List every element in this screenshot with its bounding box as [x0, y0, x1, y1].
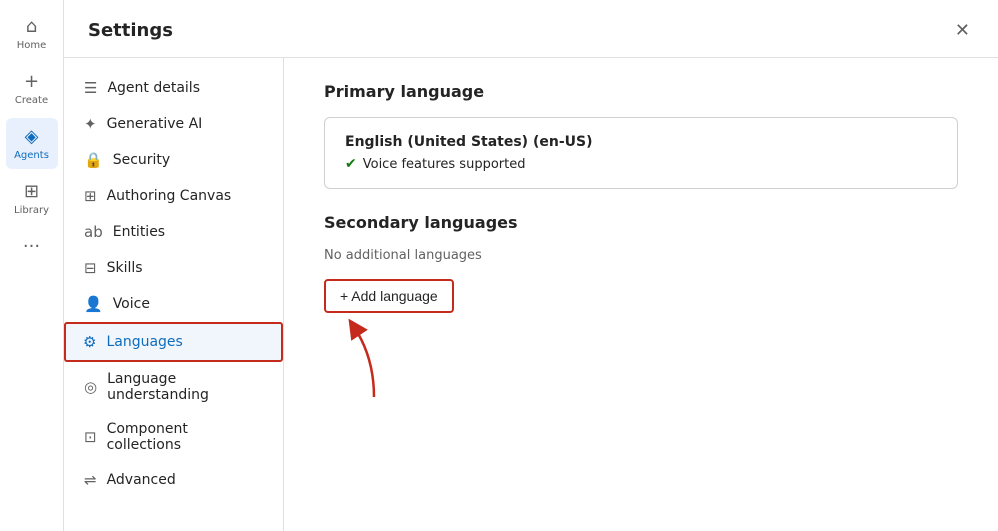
- security-icon: 🔒: [84, 151, 103, 169]
- entities-icon: ab: [84, 223, 103, 241]
- create-icon: +: [24, 71, 39, 92]
- language-understanding-label: Language understanding: [107, 371, 263, 403]
- settings-title: Settings: [88, 20, 173, 41]
- close-button[interactable]: ✕: [951, 16, 974, 45]
- security-label: Security: [113, 152, 171, 168]
- primary-language-card: English (United States) (en-US) ✔ Voice …: [324, 117, 958, 189]
- sidebar-item-agent-details[interactable]: ☰ Agent details: [64, 70, 283, 106]
- settings-container: ☰ Agent details ✦ Generative AI 🔒 Securi…: [64, 58, 998, 531]
- nav-item-library[interactable]: ⊞ Library: [6, 173, 58, 224]
- agents-icon: ◈: [25, 126, 39, 147]
- agent-details-label: Agent details: [107, 80, 200, 96]
- nav-item-agents[interactable]: ◈ Agents: [6, 118, 58, 169]
- agents-label: Agents: [14, 150, 49, 161]
- arrow-annotation: [344, 317, 404, 397]
- agent-details-icon: ☰: [84, 79, 97, 97]
- left-navigation: ⌂ Home + Create ◈ Agents ⊞ Library ···: [0, 0, 64, 531]
- component-collections-icon: ⊡: [84, 428, 97, 446]
- sidebar-item-component-collections[interactable]: ⊡ Component collections: [64, 412, 283, 462]
- home-icon: ⌂: [26, 16, 37, 37]
- library-icon: ⊞: [24, 181, 39, 202]
- advanced-icon: ⇌: [84, 471, 97, 489]
- secondary-languages-section: Secondary languages No additional langua…: [324, 213, 958, 313]
- authoring-canvas-label: Authoring Canvas: [107, 188, 232, 204]
- voice-support-row: ✔ Voice features supported: [345, 156, 937, 172]
- languages-label: Languages: [106, 334, 182, 350]
- settings-content: Primary language English (United States)…: [284, 58, 998, 531]
- sidebar-item-skills[interactable]: ⊟ Skills: [64, 250, 283, 286]
- voice-icon: 👤: [84, 295, 103, 313]
- secondary-languages-title: Secondary languages: [324, 213, 958, 232]
- voice-support-text: Voice features supported: [363, 157, 526, 172]
- component-collections-label: Component collections: [107, 421, 263, 453]
- languages-icon: ⚙: [83, 333, 96, 351]
- advanced-label: Advanced: [107, 472, 176, 488]
- add-language-button[interactable]: + Add language: [324, 279, 454, 313]
- check-icon: ✔: [345, 156, 357, 172]
- primary-language-title: Primary language: [324, 82, 958, 101]
- no-additional-languages-text: No additional languages: [324, 248, 958, 263]
- settings-sidebar: ☰ Agent details ✦ Generative AI 🔒 Securi…: [64, 58, 284, 531]
- entities-label: Entities: [113, 224, 165, 240]
- home-label: Home: [17, 40, 47, 51]
- generative-ai-label: Generative AI: [107, 116, 203, 132]
- sidebar-item-advanced[interactable]: ⇌ Advanced: [64, 462, 283, 498]
- settings-header: Settings ✕: [64, 0, 998, 58]
- add-language-container: + Add language: [324, 279, 454, 313]
- nav-item-create[interactable]: + Create: [6, 63, 58, 114]
- create-label: Create: [15, 95, 48, 106]
- main-area: Settings ✕ ☰ Agent details ✦ Generative …: [64, 0, 998, 531]
- nav-more[interactable]: ···: [15, 228, 48, 265]
- sidebar-item-languages[interactable]: ⚙ Languages: [64, 322, 283, 362]
- sidebar-item-security[interactable]: 🔒 Security: [64, 142, 283, 178]
- primary-language-name: English (United States) (en-US): [345, 134, 937, 150]
- skills-icon: ⊟: [84, 259, 97, 277]
- sidebar-item-authoring-canvas[interactable]: ⊞ Authoring Canvas: [64, 178, 283, 214]
- voice-label: Voice: [113, 296, 150, 312]
- skills-label: Skills: [107, 260, 143, 276]
- sidebar-item-generative-ai[interactable]: ✦ Generative AI: [64, 106, 283, 142]
- language-understanding-icon: ◎: [84, 378, 97, 396]
- nav-item-home[interactable]: ⌂ Home: [6, 8, 58, 59]
- generative-ai-icon: ✦: [84, 115, 97, 133]
- library-label: Library: [14, 205, 49, 216]
- authoring-canvas-icon: ⊞: [84, 187, 97, 205]
- sidebar-item-entities[interactable]: ab Entities: [64, 214, 283, 250]
- sidebar-item-voice[interactable]: 👤 Voice: [64, 286, 283, 322]
- sidebar-item-language-understanding[interactable]: ◎ Language understanding: [64, 362, 283, 412]
